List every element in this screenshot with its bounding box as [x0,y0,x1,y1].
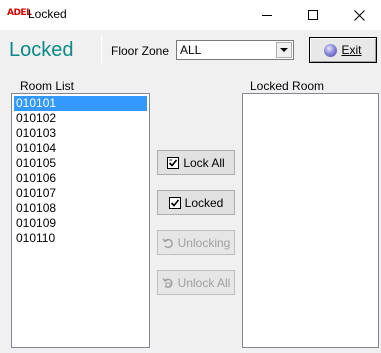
locked-room-list[interactable] [242,93,379,348]
dropdown-arrow[interactable] [276,42,292,58]
room-list-label: Room List [20,79,75,93]
checkbox-checked-icon [168,196,181,209]
window-title: Locked [28,7,67,21]
close-button[interactable] [336,0,381,30]
chevron-down-icon [280,48,288,52]
locked-button-label: Locked [184,195,224,210]
room-list-item[interactable]: 010110 [14,231,147,246]
title-bar: ADEL Locked [0,0,381,30]
floor-zone-value: ALL [180,43,202,57]
lock-all-label: Lock All [183,155,225,170]
room-list-item[interactable]: 010101 [14,96,147,111]
lock-all-checkbox-icon [167,156,180,169]
maximize-button[interactable] [290,0,336,30]
room-list-item[interactable]: 010108 [14,201,147,216]
unlocking-button[interactable]: Unlocking [157,230,235,255]
unlock-all-label: Unlock All [177,275,231,290]
room-list-item[interactable]: 010106 [14,171,147,186]
room-list-item[interactable]: 010109 [14,216,147,231]
exit-label: Exit [341,43,362,57]
room-list-item[interactable]: 010102 [14,111,147,126]
page-title: Locked [9,39,74,61]
close-icon [353,9,365,21]
room-list-item[interactable]: 010103 [14,126,147,141]
unlock-all-button[interactable]: Unlock All [157,270,235,295]
maximize-icon [308,10,318,20]
unlocking-label: Unlocking [177,235,231,250]
locked-room-label: Locked Room [250,79,325,93]
floor-zone-label: Floor Zone [111,44,170,58]
room-list[interactable]: 010101 010102 010103 010104 010105 010106 0101… [11,93,150,348]
undo-arrow-icon [162,238,173,248]
exit-button[interactable]: Exit [309,37,377,63]
room-list-item[interactable]: 010107 [14,186,147,201]
toolbar-separator [101,34,102,64]
lock-all-button[interactable]: Lock All [157,150,235,175]
room-list-item[interactable]: 010105 [14,156,147,171]
exit-orb-icon [324,43,338,57]
minimize-icon [262,14,272,16]
unlock-all-icon [162,277,173,288]
minimize-button[interactable] [244,0,290,30]
locked-button[interactable]: Locked [157,190,235,215]
room-list-item[interactable]: 010104 [14,141,147,156]
floor-zone-select[interactable]: ALL [176,40,294,60]
